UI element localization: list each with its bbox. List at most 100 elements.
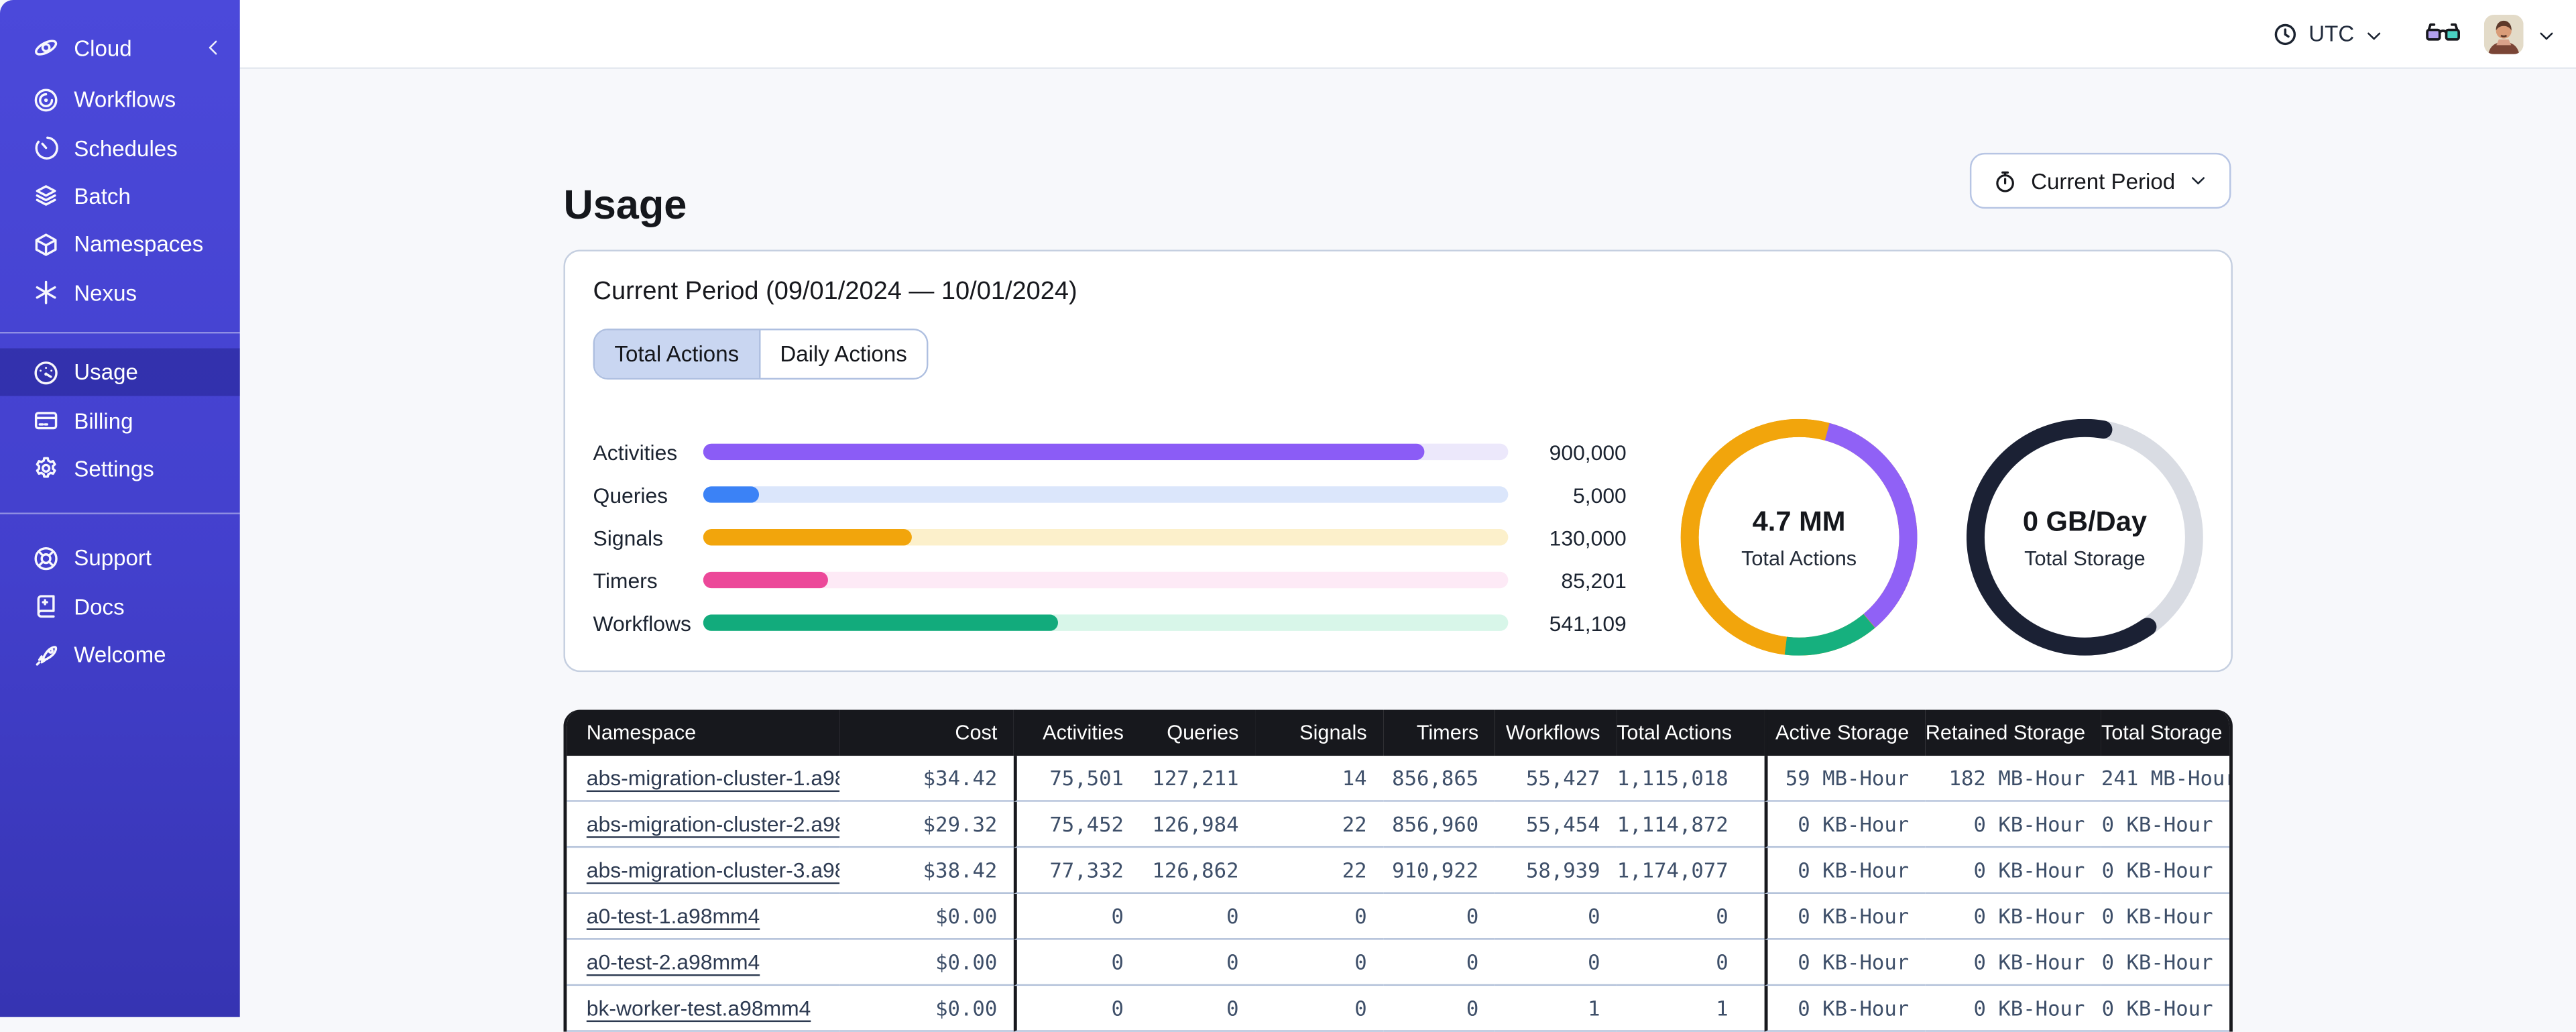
namespace-link[interactable]: abs-migration-cluster-3.a98mm4: [587, 858, 839, 882]
stopwatch-icon: [1993, 168, 2018, 193]
namespace-cell: abs-migration-cluster-3.a98mm4: [567, 848, 840, 894]
table-cell: 0 KB-Hour: [1764, 986, 1926, 1032]
current-period-card: Current Period (09/01/2024 — 10/01/2024)…: [563, 249, 2233, 673]
table-cell: 856,960: [1383, 801, 1495, 848]
table-cell: 0: [1495, 893, 1617, 940]
bar-fill: [703, 614, 1057, 631]
sidebar-item-nexus[interactable]: Nexus: [0, 269, 240, 317]
clock-icon: [2272, 21, 2298, 47]
table-cell: 1,114,872: [1617, 801, 1765, 848]
table-cell: 0 KB-Hour: [2101, 848, 2230, 894]
sidebar-divider: [0, 512, 240, 515]
period-selector-label: Current Period: [2031, 168, 2176, 193]
timezone-selector[interactable]: UTC: [2272, 21, 2384, 47]
table-cell: 58,939: [1495, 848, 1617, 894]
namespace-cell: bk-worker-test.a98mm4: [567, 986, 840, 1032]
usage-bar-row-timers: Timers 85,201: [593, 559, 1632, 601]
sidebar-brand-cloud[interactable]: Cloud: [0, 19, 240, 75]
table-cell: 0 KB-Hour: [1764, 939, 1926, 986]
sidebar-item-usage[interactable]: Usage: [0, 348, 240, 397]
sidebar-item-batch[interactable]: Batch: [0, 172, 240, 221]
sidebar-item-label: Schedules: [74, 135, 178, 161]
table-cell: 0 KB-Hour: [1764, 848, 1926, 894]
table-cell: 126,862: [1140, 848, 1256, 894]
namespace-link[interactable]: a0-test-1.a98mm4: [587, 904, 760, 929]
table-cell: 1,115,018: [1617, 756, 1765, 802]
donut-value: 4.7 MM: [1752, 505, 1846, 537]
sidebar-item-support[interactable]: Support: [0, 534, 240, 583]
table-cell: 127,211: [1140, 756, 1256, 802]
bar-value: 541,109: [1549, 610, 1627, 636]
period-selector-button[interactable]: Current Period: [1970, 152, 2231, 209]
main-content: Usage Current Period Current Period (09/…: [239, 68, 2576, 1032]
table-cell: 0 KB-Hour: [1925, 986, 2101, 1032]
namespaces-icon: [33, 231, 59, 257]
batch-icon: [33, 183, 59, 209]
namespace-cell: abs-migration-cluster-1.a98mm4: [567, 756, 840, 802]
table-cell: 0 KB-Hour: [1925, 801, 2101, 848]
tab-total-actions[interactable]: Total Actions: [595, 330, 759, 378]
sidebar-brand-label: Cloud: [74, 35, 132, 60]
collapse-sidebar-icon[interactable]: [204, 38, 223, 57]
sidebar-item-settings[interactable]: Settings: [0, 445, 240, 493]
bar-label: Signals: [593, 524, 664, 550]
billing-icon: [33, 408, 59, 434]
table-row: a0-test-2.a98mm4 $0.00 0 0 0 0 0 0 0 KB-Hour 0 KB…: [567, 939, 2230, 986]
bar-fill: [703, 486, 760, 503]
table-cell: 55,454: [1495, 801, 1617, 848]
column-header-queries: Queries: [1140, 709, 1256, 756]
table-cell: 75,452: [1013, 801, 1140, 848]
sidebar-section-help: Support Docs Welcome: [0, 534, 240, 679]
table-cell: 0 KB-Hour: [1764, 893, 1926, 940]
table-cell: 1,174,077: [1617, 848, 1765, 894]
table-cell: 0 KB-Hour: [2101, 939, 2230, 986]
namespace-link[interactable]: a0-test-2.a98mm4: [587, 950, 760, 974]
sidebar-item-schedules[interactable]: Schedules: [0, 124, 240, 172]
usage-icon: [33, 359, 59, 386]
tab-daily-actions[interactable]: Daily Actions: [758, 330, 927, 378]
bar-label: Timers: [593, 567, 658, 593]
table-cell: 0 KB-Hour: [2101, 801, 2230, 848]
table-cell: 0: [1383, 893, 1495, 940]
namespace-link[interactable]: bk-worker-test.a98mm4: [587, 996, 811, 1021]
usage-bar-row-activities: Activities 900,000: [593, 431, 1632, 473]
bar-track: [703, 486, 1509, 503]
sidebar-item-workflows[interactable]: Workflows: [0, 76, 240, 124]
table-cell: 182 MB-Hour: [1925, 756, 2101, 802]
demo-glasses-icon[interactable]: [2425, 19, 2461, 48]
bar-fill: [703, 528, 913, 546]
table-cell: 1: [1495, 986, 1617, 1032]
avatar[interactable]: [2483, 13, 2524, 54]
user-menu-chevron-down-icon[interactable]: [2536, 24, 2556, 44]
sidebar-item-namespaces[interactable]: Namespaces: [0, 221, 240, 269]
settings-icon: [33, 456, 59, 482]
namespace-link[interactable]: abs-migration-cluster-2.a98mm4: [587, 811, 839, 836]
bar-track: [703, 443, 1509, 461]
table-row: abs-migration-cluster-2.a98mm4$29.3275,4…: [567, 801, 2230, 848]
page-title: Usage: [563, 182, 687, 228]
bar-fill: [703, 571, 828, 589]
sidebar-item-billing[interactable]: Billing: [0, 396, 240, 445]
bar-label: Activities: [593, 439, 678, 465]
sidebar-item-docs[interactable]: Docs: [0, 583, 240, 631]
table-cell: 0: [1013, 986, 1140, 1032]
bar-value: 130,000: [1549, 524, 1627, 550]
table-cell: 0: [1617, 939, 1765, 986]
bar-label: Queries: [593, 482, 668, 507]
namespace-link[interactable]: abs-migration-cluster-1.a98mm4: [587, 766, 839, 791]
namespace-cell: a0-test-1.a98mm4: [567, 893, 840, 940]
table-cell: 0: [1495, 939, 1617, 986]
table-row: abs-migration-cluster-3.a98mm4$38.4277,3…: [567, 848, 2230, 894]
table-cell: 22: [1255, 848, 1384, 894]
sidebar-section-nav: Workflows Schedules Batch Namespaces Nexus: [0, 76, 240, 317]
table-cell: 0: [1383, 986, 1495, 1032]
table-cell: 0: [1255, 986, 1384, 1032]
table-cell: 0 KB-Hour: [2101, 986, 2230, 1032]
card-title: Current Period (09/01/2024 — 10/01/2024): [593, 278, 1077, 306]
column-header-total-storage: Total Storage: [2101, 709, 2230, 756]
sidebar-item-welcome[interactable]: Welcome: [0, 631, 240, 679]
table-row: a0-test-1.a98mm4 $0.00 0 0 0 0 0 0 0 KB-Hour 0 KB…: [567, 893, 2230, 940]
bar-label: Workflows: [593, 610, 691, 636]
column-header-timers: Timers: [1383, 709, 1495, 756]
welcome-icon: [33, 642, 59, 668]
